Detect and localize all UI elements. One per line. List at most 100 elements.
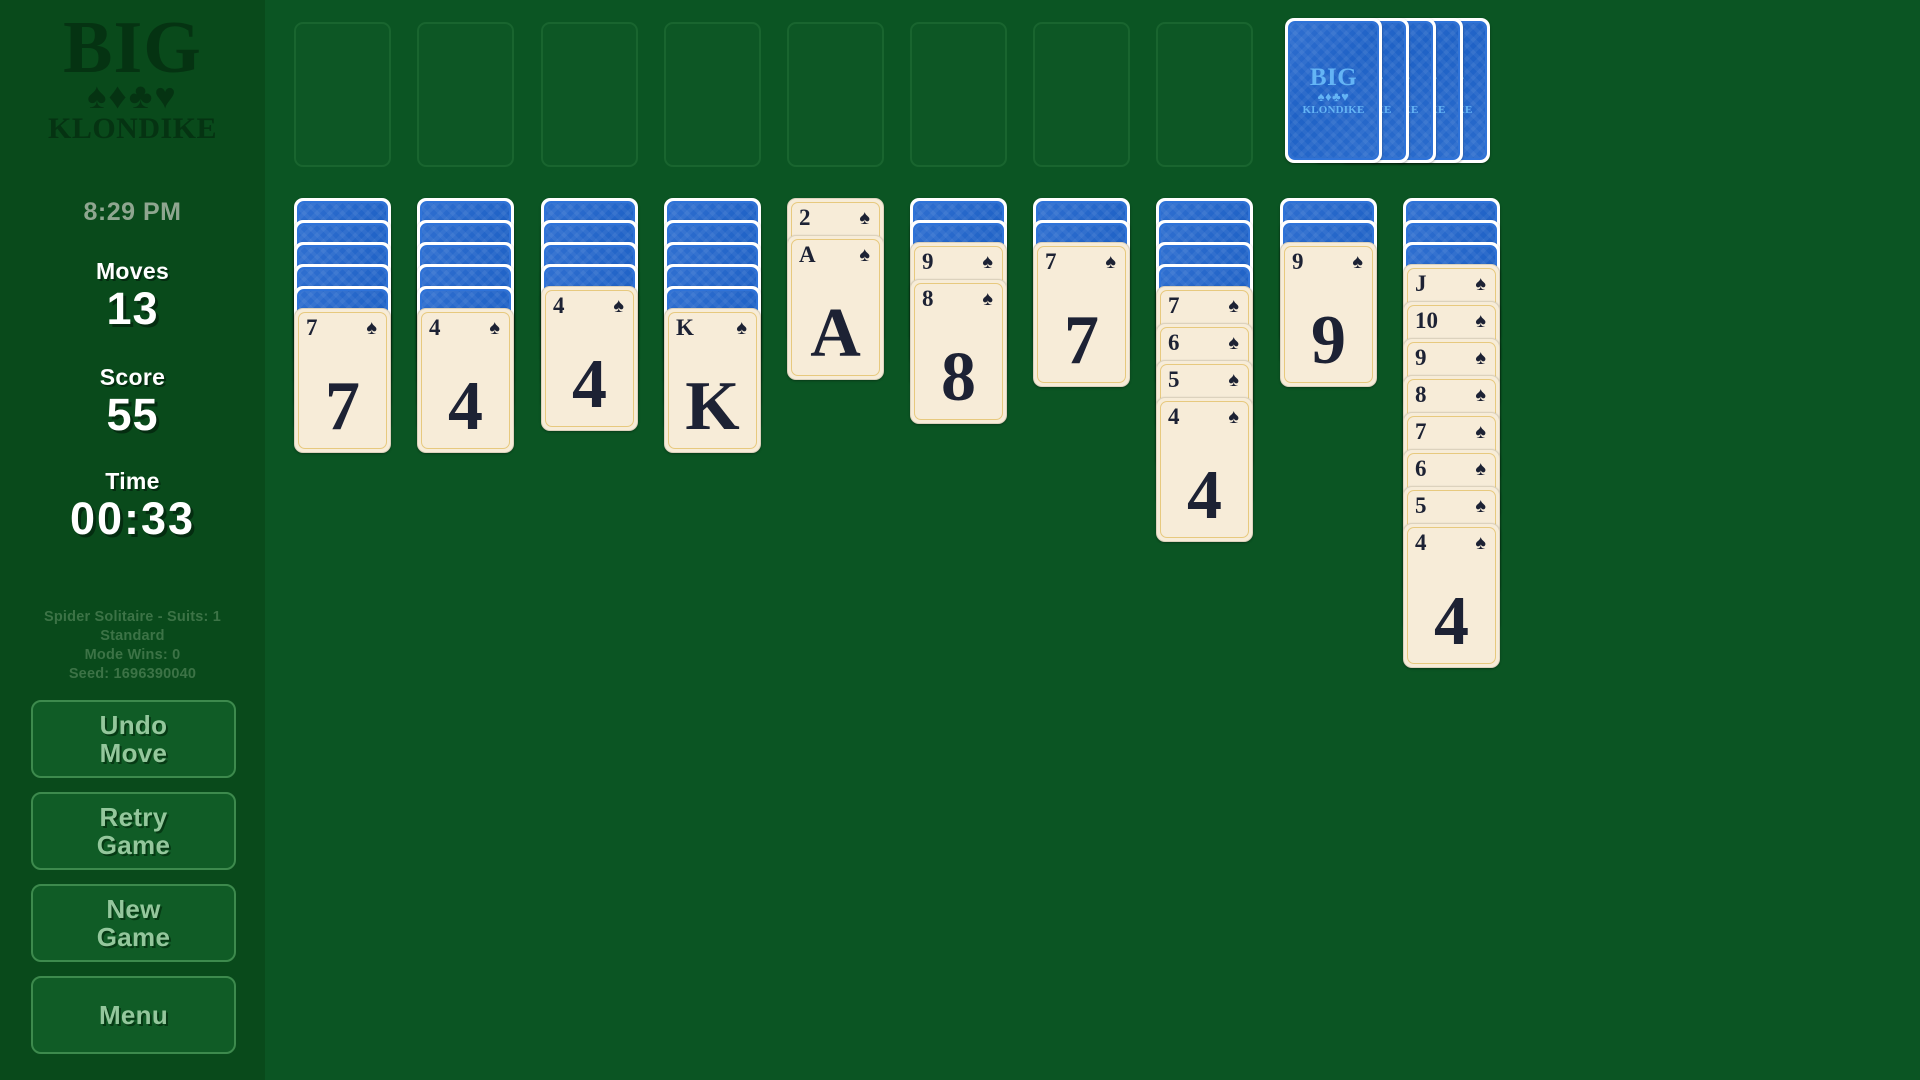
card-rank: 5 (1415, 493, 1427, 518)
foundation-slot-5[interactable] (787, 22, 884, 167)
app-logo: BIG ♠♦♣♥ KLONDIKE (0, 11, 265, 146)
card-center-rank: K (685, 368, 740, 445)
spade-icon: ♠ (1352, 251, 1363, 273)
moves-stat: Moves 13 (0, 258, 265, 334)
card-face-inner: K ♠ K (668, 312, 757, 449)
clock: 8:29 PM (83, 198, 182, 226)
card-rank: 6 (1415, 456, 1427, 481)
card-center-rank: 8 (941, 339, 976, 416)
score-value: 55 (106, 389, 159, 440)
card-face-inner: 7 ♠ 7 (298, 312, 387, 449)
card-rank: 7 (1415, 419, 1427, 444)
card-face-inner: 8 ♠ 8 (914, 283, 1003, 420)
tableau-1-card-7-spades[interactable]: 7 ♠ 7 (294, 308, 391, 453)
card-rank: 4 (429, 315, 441, 340)
game-info-standard: Standard (100, 628, 165, 645)
foundation-slot-8[interactable] (1156, 22, 1253, 167)
card-back-klondike-text: KLONDIKE (1302, 103, 1365, 116)
card-rank: 9 (922, 249, 934, 274)
card-back-design: BIG♠♦♣♥KLONDIKE (1288, 21, 1379, 160)
card-center-rank: A (810, 295, 861, 372)
card-rank: 9 (1292, 249, 1304, 274)
spade-icon: ♠ (982, 288, 993, 310)
spade-icon: ♠ (1475, 532, 1486, 554)
tableau-2-card-4-spades[interactable]: 4 ♠ 4 (417, 308, 514, 453)
menu-button[interactable]: Menu (31, 976, 236, 1054)
spade-icon: ♠ (613, 295, 624, 317)
spade-icon: ♠ (1228, 295, 1239, 317)
card-rank: 4 (1168, 404, 1180, 429)
foundation-slot-2[interactable] (417, 22, 514, 167)
tableau-4-card-K-spades[interactable]: K ♠ K (664, 308, 761, 453)
card-rank: 4 (1415, 530, 1427, 555)
card-face-inner: 4 ♠ 4 (545, 290, 634, 427)
tableau-9-card-9-spades[interactable]: 9 ♠ 9 (1280, 242, 1377, 387)
spade-icon: ♠ (982, 251, 993, 273)
card-back-suit-icons: ♠♦♣♥ (1317, 89, 1350, 105)
foundation-slot-6[interactable] (910, 22, 1007, 167)
tableau-5-card-A-spades[interactable]: A ♠ A (787, 235, 884, 380)
game-info-wins: Mode Wins: 0 (84, 647, 181, 664)
moves-label: Moves (95, 258, 170, 284)
tableau-8-card-4-spades[interactable]: 4 ♠ 4 (1156, 397, 1253, 542)
card-rank: 7 (1168, 293, 1180, 318)
card-center-rank: 7 (325, 368, 360, 445)
card-rank: 7 (1045, 249, 1057, 274)
card-face-inner: 9 ♠ 9 (1284, 246, 1373, 383)
game-table: BIG♠♦♣♥KLONDIKEBIG♠♦♣♥KLONDIKEBIG♠♦♣♥KLO… (265, 0, 1920, 1080)
card-center-rank: 4 (572, 346, 607, 423)
foundation-slot-1[interactable] (294, 22, 391, 167)
time-stat: Time 00:33 (0, 468, 265, 544)
card-face-inner: 4 ♠ 4 (1407, 527, 1496, 664)
card-face-inner: 7 ♠ 7 (1037, 246, 1126, 383)
card-rank: 10 (1415, 308, 1438, 333)
card-rank: 2 (799, 205, 811, 230)
tableau-6-card-8-spades[interactable]: 8 ♠ 8 (910, 279, 1007, 424)
spade-icon: ♠ (489, 317, 500, 339)
undo-move-button[interactable]: Undo Move (31, 700, 236, 778)
card-back-big-text: BIG (1309, 64, 1358, 92)
stock-pile-card-1[interactable]: BIG ♠♦♣♥ KLONDIKE (1285, 18, 1382, 163)
spade-icon: ♠ (1105, 251, 1116, 273)
card-rank: K (676, 315, 694, 340)
moves-value: 13 (106, 283, 159, 334)
card-face-inner: A ♠ A (791, 239, 880, 376)
card-center-rank: 4 (448, 368, 483, 445)
card-rank: 6 (1168, 330, 1180, 355)
card-rank: 8 (922, 286, 934, 311)
foundation-slot-7[interactable] (1033, 22, 1130, 167)
card-rank: J (1415, 271, 1427, 296)
spade-icon: ♠ (1475, 421, 1486, 443)
card-rank: 5 (1168, 367, 1180, 392)
score-label: Score (99, 364, 166, 390)
spade-icon: ♠ (859, 207, 870, 229)
spade-icon: ♠ (1475, 495, 1486, 517)
new-game-button[interactable]: New Game (31, 884, 236, 962)
foundation-slot-4[interactable] (664, 22, 761, 167)
tableau-10-card-4-spades[interactable]: 4 ♠ 4 (1403, 523, 1500, 668)
card-center-rank: 7 (1064, 302, 1099, 379)
time-value: 00:33 (69, 493, 196, 544)
card-center-rank: 4 (1434, 583, 1469, 660)
card-rank: 4 (553, 293, 565, 318)
spade-icon: ♠ (736, 317, 747, 339)
game-info-seed: Seed: 1696390040 (68, 666, 197, 683)
spade-icon: ♠ (366, 317, 377, 339)
spade-icon: ♠ (1475, 458, 1486, 480)
card-face-inner: 4 ♠ 4 (1160, 401, 1249, 538)
spade-icon: ♠ (1475, 384, 1486, 406)
score-stat: Score 55 (0, 364, 265, 440)
foundation-slot-3[interactable] (541, 22, 638, 167)
card-center-rank: 4 (1187, 457, 1222, 534)
card-face-inner: 4 ♠ 4 (421, 312, 510, 449)
card-rank: 8 (1415, 382, 1427, 407)
sidebar-buttons: Undo Move Retry Game New Game Menu (31, 700, 236, 1068)
tableau-7-card-7-spades[interactable]: 7 ♠ 7 (1033, 242, 1130, 387)
game-info-mode: Spider Solitaire - Suits: 1 (43, 609, 222, 625)
logo-klondike-text: KLONDIKE (47, 112, 218, 146)
retry-game-button[interactable]: Retry Game (31, 792, 236, 870)
spade-icon: ♠ (1228, 369, 1239, 391)
tableau-3-card-4-spades[interactable]: 4 ♠ 4 (541, 286, 638, 431)
card-rank: 7 (306, 315, 318, 340)
game-info: Spider Solitaire - Suits: 1 Standard Mod… (0, 608, 265, 685)
